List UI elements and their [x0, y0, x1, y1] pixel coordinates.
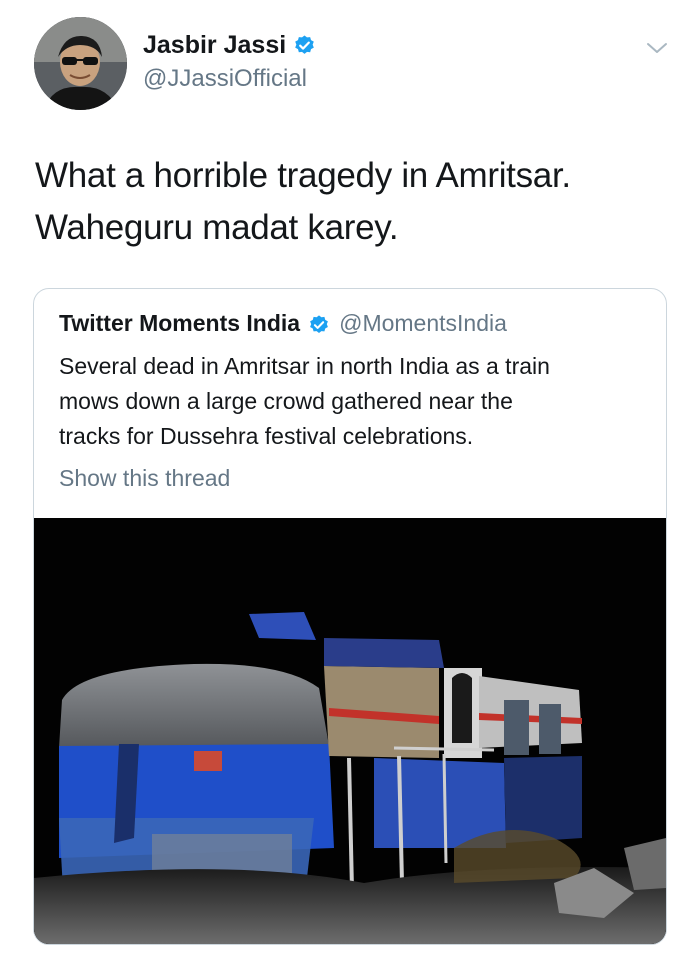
tweet: Jasbir Jassi @JJassiOfficial What a horr… — [0, 0, 691, 960]
quoted-text-line: Several dead in Amritsar in north India … — [59, 353, 550, 379]
quoted-tweet-card[interactable]: Twitter Moments India @MomentsIndia Seve… — [33, 288, 667, 945]
author-name-row[interactable]: Jasbir Jassi — [143, 30, 316, 60]
quoted-tweet-header: Twitter Moments India @MomentsIndia — [59, 307, 507, 339]
author-name[interactable]: Jasbir Jassi — [143, 30, 286, 60]
quoted-author-handle[interactable]: @MomentsIndia — [339, 307, 507, 339]
quoted-tweet-text: Several dead in Amritsar in north India … — [59, 349, 649, 454]
avatar[interactable] — [34, 17, 127, 110]
verified-badge-icon — [293, 34, 316, 57]
quoted-author-name[interactable]: Twitter Moments India — [59, 307, 300, 339]
author-handle[interactable]: @JJassiOfficial — [143, 64, 307, 94]
show-thread-link[interactable]: Show this thread — [59, 462, 230, 494]
chevron-down-icon[interactable] — [645, 38, 669, 58]
tweet-text-line: What a horrible tragedy in Amritsar. — [35, 156, 571, 195]
quoted-tweet-photo[interactable] — [34, 518, 666, 944]
verified-badge-icon — [308, 312, 331, 335]
tweet-text: What a horrible tragedy in Amritsar. Wah… — [35, 150, 655, 254]
quoted-text-line: mows down a large crowd gathered near th… — [59, 388, 513, 414]
tweet-text-line: Waheguru madat karey. — [35, 208, 399, 247]
quoted-text-line: tracks for Dussehra festival celebration… — [59, 423, 474, 449]
